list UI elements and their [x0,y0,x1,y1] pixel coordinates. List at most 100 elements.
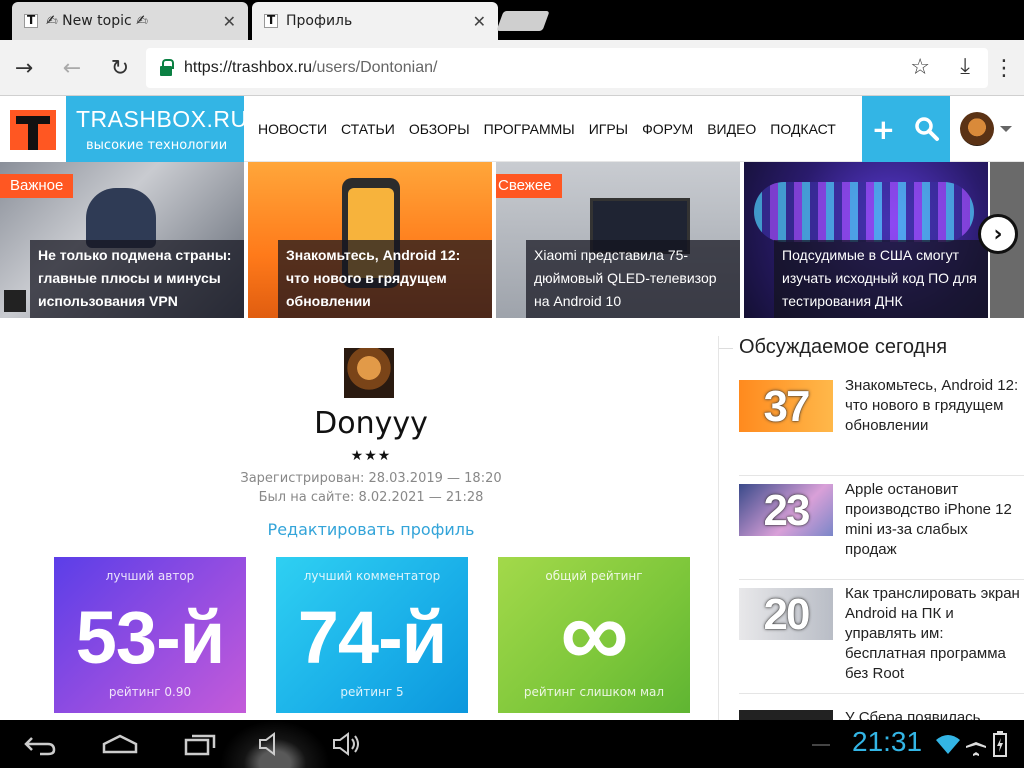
news-caption: Не только подмена страны: главные плюсы … [38,247,232,309]
profile-registered: Зарегистрирован: 28.03.2019 — 18:20 [240,471,502,486]
tab-title: Профиль [286,13,353,29]
menu-kebab-icon[interactable]: ⋮ [988,52,1020,84]
sidebar-item-title: Apple остановит производство iPhone 12 m… [845,481,1012,558]
sidebar-thumb: 37 [739,380,833,432]
battery-charging-icon [993,731,1007,757]
badge-fresh: Свежее [496,174,562,198]
url-text: https://trashbox.ru/users/Dontonian/ [184,59,437,77]
add-icon[interactable]: + [872,113,895,146]
lock-icon [160,59,174,76]
stat-label: лучший комментатор [303,569,441,583]
user-avatar[interactable] [960,112,994,146]
bookmark-star-icon[interactable]: ☆ [910,55,930,80]
brand-slogan: высокие технологии [86,138,228,153]
nav-podcast[interactable]: ПОДКАСТ [770,121,836,137]
android-system-bar: 21:31 [0,720,1024,768]
nav-games[interactable]: ИГРЫ [589,121,628,137]
stat-best-author: лучший автор 53-й рейтинг 0.90 [54,557,246,713]
stat-sub: рейтинг 5 [340,685,404,699]
new-tab-button[interactable] [496,11,550,31]
trashbox-logo-icon [10,110,56,150]
brand-name: TRASHBOX.RU [76,106,248,132]
site-header: TRASHBOX.RU высокие технологии НОВОСТИ С… [0,96,1024,162]
airplane-mode-icon [966,732,986,756]
url-host: https://trashbox.ru [184,59,313,76]
site-favicon-icon [264,13,278,28]
profile-section: Donyyy ★★★ Зарегистрирован: 28.03.2019 —… [0,318,712,718]
news-caption: Xiaomi представила 75-дюймовый QLED-теле… [534,247,717,309]
browser-tab-profile[interactable]: Профиль ✕ [252,2,498,40]
profile-name: Donyyy [314,406,428,441]
stat-sub: рейтинг 0.90 [108,685,192,699]
news-card[interactable]: Знакомьтесь, Android 12: что нового в гр… [248,162,492,318]
dna-illustration [754,182,974,242]
nav-forum[interactable]: ФОРУМ [642,121,693,137]
site-logo[interactable] [0,96,66,162]
news-card[interactable]: Подсудимые в США смогут изучать исходный… [744,162,988,318]
volume-down-icon[interactable] [256,730,290,758]
news-card[interactable]: Свежее Xiaomi представила 75-дюймовый QL… [496,162,740,318]
site-favicon-icon [24,13,38,28]
sidebar-item-title: Как транслировать экран Android на ПК и … [845,585,1020,682]
sidebar-thumb: 20 [739,588,833,640]
tab-title: ✍ New topic ✍ [46,13,148,29]
nav-news[interactable]: НОВОСТИ [258,121,327,137]
close-tab-icon[interactable]: ✕ [223,12,236,31]
nav-video[interactable]: ВИДЕО [707,121,756,137]
news-carousel: Важное Не только подмена страны: главные… [0,162,1024,318]
comment-count: 37 [763,382,811,431]
header-actions: + [862,96,950,162]
profile-stars: ★★★ [350,448,392,464]
download-icon[interactable]: ⤓ [960,54,970,79]
sidebar-thumb: 23 [739,484,833,536]
sidebar-item-title: Знакомьтесь, Android 12: что нового в гр… [845,377,1019,434]
search-icon[interactable] [914,116,940,142]
nav-articles[interactable]: СТАТЬИ [341,121,395,137]
comment-count: 20 [763,590,811,639]
back-icon[interactable]: ← [56,52,88,84]
sidebar-item[interactable]: 23 Apple остановит производство iPhone 1… [739,480,1024,580]
url-path: /users/Dontonian/ [312,59,438,76]
stat-best-commenter: лучший комментатор 74-й рейтинг 5 [276,557,468,713]
close-tab-icon[interactable]: ✕ [473,12,486,31]
badge-important: Важное [0,174,74,198]
sidebar-item[interactable]: 20 Как транслировать экран Android на ПК… [739,584,1024,694]
address-bar[interactable]: https://trashbox.ru/users/Dontonian/ ☆ ⤓ [146,48,988,88]
stat-value: 53-й [75,596,225,679]
forward-icon[interactable]: → [8,52,40,84]
trashbox-mini-logo-icon [4,290,26,312]
carousel-next-icon[interactable]: › [978,214,1018,254]
sidebar-divider [719,348,733,349]
stat-value: 74-й [297,596,447,679]
chevron-down-icon[interactable] [1000,126,1012,132]
profile-avatar [344,348,394,398]
news-card[interactable]: Важное Не только подмена страны: главные… [0,162,244,318]
profile-last-seen: Был на сайте: 8.02.2021 — 21:28 [258,490,484,505]
comment-count: 23 [763,486,811,535]
stat-overall-rating: общий рейтинг ∞ рейтинг слишком мал [498,557,690,713]
sidebar-item[interactable]: 37 Знакомьтесь, Android 12: что нового в… [739,376,1024,476]
stat-label: лучший автор [105,569,195,583]
stat-value: ∞ [560,580,628,687]
browser-toolbar: → ← ↻ https://trashbox.ru/users/Dontonia… [0,40,1024,96]
brand-block[interactable]: TRASHBOX.RU высокие технологии [66,96,247,162]
main-nav: НОВОСТИ СТАТЬИ ОБЗОРЫ ПРОГРАММЫ ИГРЫ ФОР… [258,96,836,162]
vpn-illustration [86,188,156,248]
back-nav-icon[interactable] [22,730,58,758]
home-nav-icon[interactable] [100,730,140,758]
browser-tab-strip: ✍ New topic ✍ ✕ Профиль ✕ [0,0,1024,40]
reload-icon[interactable]: ↻ [104,52,136,84]
edit-profile-link[interactable]: Редактировать профиль [0,520,742,539]
notification-dash-icon [812,744,830,746]
news-caption: Подсудимые в США смогут изучать исходный… [782,247,977,309]
sidebar-item[interactable]: У Сбера появилась [739,706,1024,726]
wifi-icon [936,735,960,754]
system-clock: 21:31 [852,726,923,757]
sidebar-title: Обсуждаемое сегодня [739,336,948,358]
nav-programs[interactable]: ПРОГРАММЫ [484,121,575,137]
stat-sub: рейтинг слишком мал [523,685,665,699]
nav-reviews[interactable]: ОБЗОРЫ [409,121,470,137]
recent-apps-icon[interactable] [182,730,220,758]
volume-up-icon[interactable] [330,730,364,758]
browser-tab-new-topic[interactable]: ✍ New topic ✍ ✕ [12,2,248,40]
